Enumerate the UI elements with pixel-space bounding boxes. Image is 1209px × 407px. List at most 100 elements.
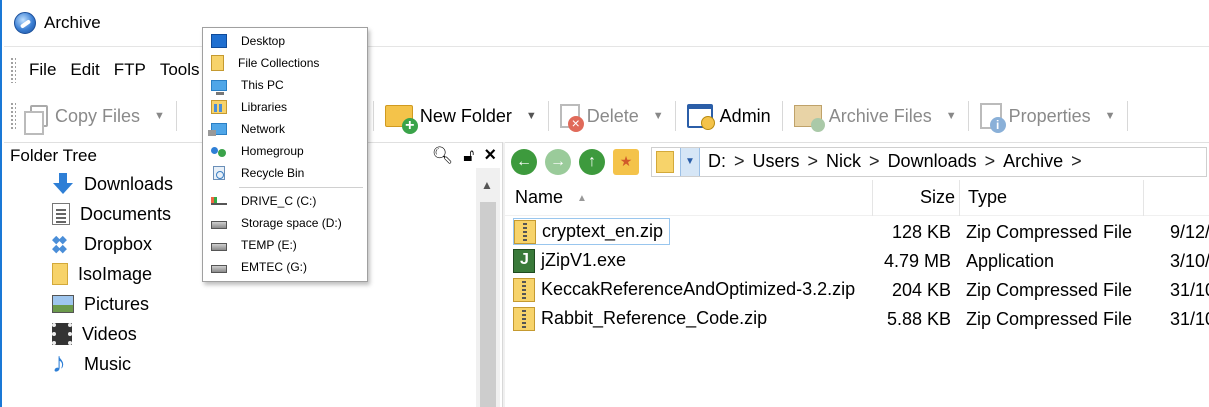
folder-tree-title: Folder Tree — [10, 145, 97, 165]
toolbar-separator — [547, 101, 549, 131]
tree-item-documents[interactable]: Documents — [52, 199, 171, 229]
dropdown-item-label: Libraries — [241, 100, 288, 114]
toolbar: Copy Files ▼ ame ▼ New Folder ▼ Delete ▼… — [4, 92, 1209, 140]
file-type: Zip Compressed File — [966, 309, 1133, 329]
file-date: 31/10/ — [1170, 280, 1209, 300]
tree-item-pictures[interactable]: Pictures — [52, 289, 149, 319]
tree-item-downloads[interactable]: Downloads — [52, 169, 173, 199]
column-divider[interactable] — [959, 180, 960, 216]
properties-button[interactable]: Properties ▼ — [974, 98, 1122, 134]
new-folder-icon — [384, 105, 418, 134]
column-header-size[interactable]: Size — [920, 187, 955, 208]
tree-item-isoimage[interactable]: IsoImage — [52, 259, 152, 289]
toolbar-separator — [175, 101, 177, 131]
breadcrumb-separator[interactable]: > — [869, 151, 880, 172]
breadcrumb-downloads[interactable]: Downloads — [888, 151, 977, 172]
address-bar: ← → ↑ ★ ▼ D: > Users > Nick > Downloads … — [505, 142, 1209, 180]
close-icon[interactable]: × — [484, 144, 496, 167]
breadcrumb-nick[interactable]: Nick — [826, 151, 861, 172]
file-row[interactable]: cryptext_en.zip 128 KB Zip Compressed Fi… — [505, 217, 1209, 246]
dropdown-item-libraries[interactable]: Libraries — [203, 96, 367, 118]
libraries-icon — [211, 100, 227, 114]
unlock-icon[interactable]: 🔓︎ — [463, 146, 474, 166]
up-arrow-icon[interactable]: ↑ — [579, 148, 605, 175]
toolbar-grip-handle[interactable] — [10, 102, 16, 130]
favorites-star-icon[interactable]: ★ — [613, 148, 639, 175]
search-icon[interactable]: 🔍︎ — [432, 146, 454, 166]
dropdown-item-file-collections[interactable]: File Collections — [203, 52, 367, 74]
back-arrow-icon[interactable]: ← — [511, 148, 537, 175]
breadcrumb-separator[interactable]: > — [734, 151, 745, 172]
file-name-cell[interactable]: KeccakReferenceAndOptimized-3.2.zip — [513, 276, 861, 303]
column-header-name[interactable]: Name ▲ — [515, 187, 587, 208]
file-name-cell[interactable]: jZipV1.exe — [513, 247, 632, 274]
exe-file-icon — [513, 248, 535, 273]
menu-ftp[interactable]: FTP — [107, 60, 153, 80]
system-drive-icon — [211, 197, 227, 205]
column-divider[interactable] — [872, 180, 873, 216]
scrollbar-thumb[interactable] — [480, 202, 496, 407]
tree-item-dropbox[interactable]: Dropbox — [52, 229, 152, 259]
file-name-cell[interactable]: cryptext_en.zip — [513, 218, 671, 245]
dropdown-item-this-pc[interactable]: This PC — [203, 74, 367, 96]
folder-tree-scrollbar[interactable]: ▲ — [476, 168, 500, 407]
scroll-up-arrow-icon[interactable]: ▲ — [481, 178, 493, 192]
breadcrumb-archive[interactable]: Archive — [1003, 151, 1063, 172]
column-divider[interactable] — [1143, 180, 1144, 216]
app-logo-icon — [14, 12, 36, 34]
tree-item-music[interactable]: Music — [52, 347, 131, 379]
file-row[interactable]: Rabbit_Reference_Code.zip 5.88 KB Zip Co… — [505, 304, 1209, 333]
dropdown-item-label: Network — [241, 122, 286, 136]
tree-item-label: Documents — [80, 203, 172, 224]
dropdown-item-recycle-bin[interactable]: Recycle Bin — [203, 162, 367, 184]
archive-files-button[interactable]: Archive Files ▼ — [788, 98, 963, 134]
sort-ascending-icon: ▲ — [577, 192, 587, 204]
delete-button[interactable]: Delete ▼ — [554, 98, 670, 134]
file-type: Zip Compressed File — [966, 222, 1133, 242]
breadcrumb[interactable]: ▼ D: > Users > Nick > Downloads > Archiv… — [651, 146, 1207, 177]
film-strip-icon — [52, 323, 72, 345]
column-header-type[interactable]: Type — [968, 187, 1007, 208]
file-row[interactable]: KeccakReferenceAndOptimized-3.2.zip 204 … — [505, 275, 1209, 304]
dropdown-item-drive-d[interactable]: Storage space (D:) — [203, 212, 367, 234]
breadcrumb-users[interactable]: Users — [753, 151, 800, 172]
file-name: KeccakReferenceAndOptimized-3.2.zip — [541, 279, 856, 299]
chevron-down-icon[interactable]: ▼ — [680, 147, 700, 176]
breadcrumb-separator[interactable]: > — [985, 151, 996, 172]
folder-icon — [656, 150, 674, 173]
breadcrumb-separator[interactable]: > — [808, 151, 819, 172]
dropdown-item-network[interactable]: Network — [203, 118, 367, 140]
dropdown-separator — [239, 187, 363, 188]
breadcrumb-separator[interactable]: > — [1071, 151, 1082, 172]
dropdown-item-desktop[interactable]: Desktop — [203, 30, 367, 52]
file-size: 4.79 MB — [883, 251, 951, 271]
file-name-cell[interactable]: Rabbit_Reference_Code.zip — [513, 305, 773, 332]
title-bar: Archive — [2, 0, 1209, 46]
dropdown-item-label: File Collections — [238, 56, 320, 70]
tree-item-videos[interactable]: Videos — [52, 319, 137, 349]
menu-edit[interactable]: Edit — [63, 60, 106, 80]
new-folder-button[interactable]: New Folder ▼ — [379, 98, 543, 134]
menu-file[interactable]: File — [22, 60, 63, 80]
copy-files-button[interactable]: Copy Files ▼ — [20, 98, 171, 135]
dropdown-item-homegroup[interactable]: Homegroup — [203, 140, 367, 162]
breadcrumb-drive[interactable]: D: — [708, 151, 726, 172]
dropdown-item-label: Homegroup — [241, 144, 304, 158]
file-row[interactable]: jZipV1.exe 4.79 MB Application 3/10/ — [505, 246, 1209, 275]
dropdown-item-drive-c[interactable]: DRIVE_C (C:) — [203, 190, 367, 212]
menubar-grip-handle[interactable] — [10, 56, 16, 83]
dropdown-item-drive-g[interactable]: EMTEC (G:) — [203, 256, 367, 278]
tree-item-label: Dropbox — [84, 233, 153, 254]
chevron-down-icon[interactable]: ▼ — [946, 110, 957, 122]
chevron-down-icon[interactable]: ▼ — [653, 110, 664, 122]
chevron-down-icon[interactable]: ▼ — [526, 110, 537, 122]
delete-icon — [559, 104, 584, 132]
music-note-icon — [52, 347, 74, 379]
admin-button[interactable]: Admin — [681, 98, 777, 134]
chevron-down-icon[interactable]: ▼ — [154, 110, 165, 122]
file-date: 3/10/ — [1170, 251, 1209, 271]
forward-arrow-icon[interactable]: → — [545, 148, 571, 175]
dropdown-item-drive-e[interactable]: TEMP (E:) — [203, 234, 367, 256]
menu-tools[interactable]: Tools — [153, 60, 207, 80]
chevron-down-icon[interactable]: ▼ — [1105, 110, 1116, 122]
